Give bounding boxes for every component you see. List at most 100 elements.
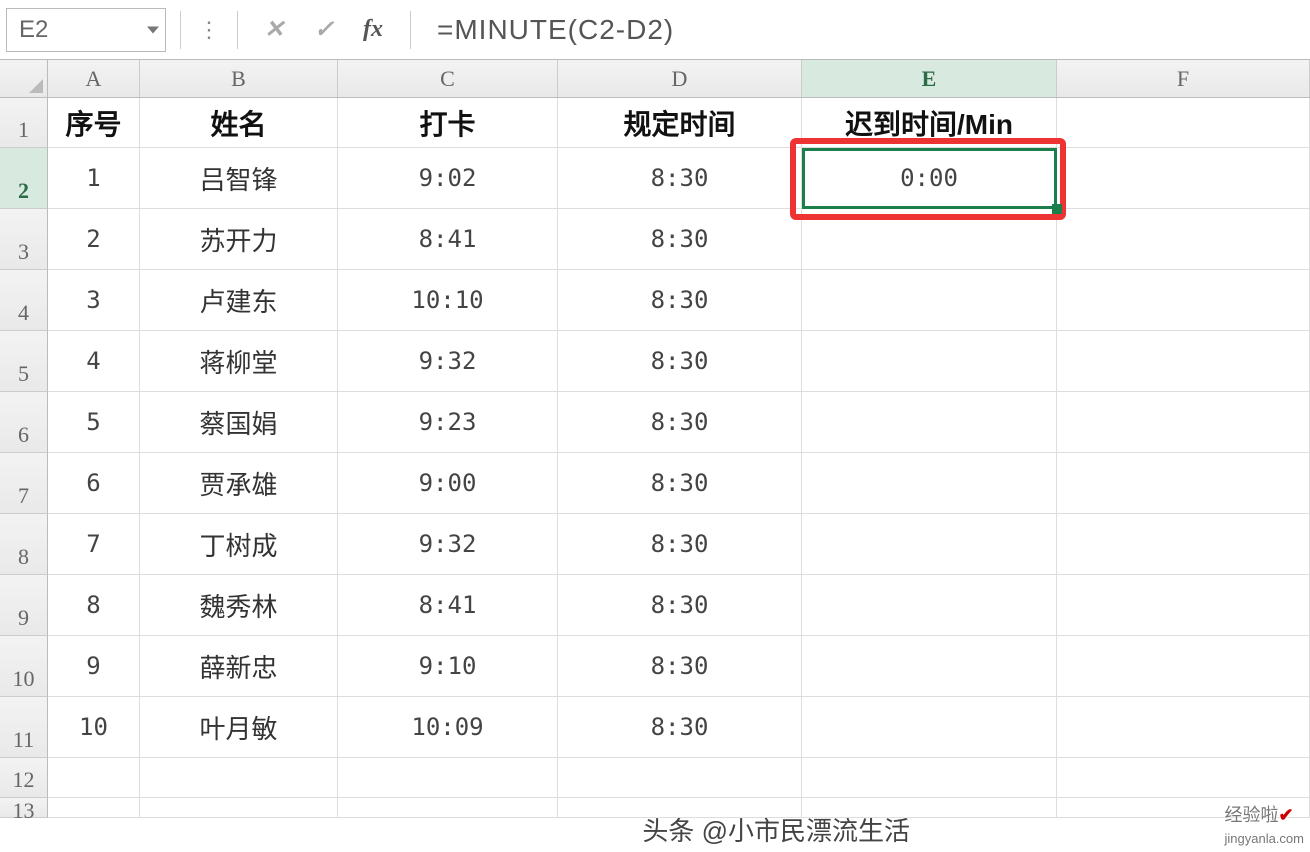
cell[interactable]: 规定时间 <box>558 98 802 148</box>
row-header[interactable]: 3 <box>0 209 48 270</box>
col-header-F[interactable]: F <box>1057 60 1310 97</box>
cell[interactable] <box>1057 331 1310 392</box>
cell[interactable]: 6 <box>48 453 140 514</box>
cell[interactable] <box>802 270 1057 331</box>
cell[interactable]: 8:30 <box>558 270 802 331</box>
row-header[interactable]: 10 <box>0 636 48 697</box>
cell[interactable]: 8:30 <box>558 514 802 575</box>
row-header[interactable]: 4 <box>0 270 48 331</box>
row-header[interactable]: 5 <box>0 331 48 392</box>
cell[interactable] <box>338 758 558 798</box>
cell[interactable]: 丁树成 <box>140 514 338 575</box>
cell[interactable] <box>802 697 1057 758</box>
cell[interactable] <box>1057 209 1310 270</box>
row-header[interactable]: 9 <box>0 575 48 636</box>
cell[interactable]: 9:10 <box>338 636 558 697</box>
cell[interactable]: 8:30 <box>558 331 802 392</box>
cell[interactable]: 9:00 <box>338 453 558 514</box>
cell[interactable]: 8:30 <box>558 148 802 209</box>
cell[interactable]: 4 <box>48 331 140 392</box>
cell[interactable] <box>1057 636 1310 697</box>
cell[interactable]: 7 <box>48 514 140 575</box>
cell[interactable] <box>802 636 1057 697</box>
cell[interactable]: 8:41 <box>338 575 558 636</box>
cell[interactable]: 蒋柳堂 <box>140 331 338 392</box>
cell[interactable]: 吕智锋 <box>140 148 338 209</box>
cell[interactable]: 8:30 <box>558 575 802 636</box>
cell[interactable] <box>1057 697 1310 758</box>
formula-input[interactable] <box>425 8 1304 52</box>
cell[interactable]: 贾承雄 <box>140 453 338 514</box>
cell[interactable] <box>1057 98 1310 148</box>
cancel-icon[interactable]: ✕ <box>252 10 296 50</box>
cell[interactable]: 10:10 <box>338 270 558 331</box>
cell[interactable]: 1 <box>48 148 140 209</box>
cell[interactable]: 魏秀林 <box>140 575 338 636</box>
row-header[interactable]: 8 <box>0 514 48 575</box>
fx-icon[interactable]: fx <box>352 10 396 50</box>
cell[interactable] <box>1057 453 1310 514</box>
col-header-C[interactable]: C <box>338 60 558 97</box>
more-icon[interactable]: ⋮ <box>195 10 223 50</box>
cell[interactable] <box>558 758 802 798</box>
cell[interactable]: 序号 <box>48 98 140 148</box>
cell[interactable]: 苏开力 <box>140 209 338 270</box>
cell[interactable] <box>1057 270 1310 331</box>
cell[interactable] <box>1057 514 1310 575</box>
cell[interactable]: 3 <box>48 270 140 331</box>
cell[interactable]: 叶月敏 <box>140 697 338 758</box>
cell[interactable]: 姓名 <box>140 98 338 148</box>
cell[interactable] <box>802 392 1057 453</box>
cell[interactable] <box>802 758 1057 798</box>
cell[interactable]: 9:02 <box>338 148 558 209</box>
row-header[interactable]: 1 <box>0 98 48 148</box>
cell[interactable] <box>1057 392 1310 453</box>
row-header[interactable]: 6 <box>0 392 48 453</box>
cell[interactable]: 卢建东 <box>140 270 338 331</box>
col-header-E[interactable]: E <box>802 60 1057 97</box>
cell[interactable]: 迟到时间/Min <box>802 98 1057 148</box>
row-header[interactable]: 11 <box>0 697 48 758</box>
cell[interactable]: 8:30 <box>558 697 802 758</box>
cell[interactable]: 8:30 <box>558 209 802 270</box>
cell[interactable]: 打卡 <box>338 98 558 148</box>
cell[interactable] <box>48 758 140 798</box>
dropdown-icon[interactable] <box>147 26 159 33</box>
confirm-icon[interactable]: ✓ <box>302 10 346 50</box>
cell[interactable]: 10 <box>48 697 140 758</box>
cell[interactable] <box>140 798 338 818</box>
cell[interactable]: 2 <box>48 209 140 270</box>
row-header[interactable]: 13 <box>0 798 48 818</box>
col-header-B[interactable]: B <box>140 60 338 97</box>
cell[interactable]: 9:32 <box>338 331 558 392</box>
cell[interactable]: 8:41 <box>338 209 558 270</box>
cell[interactable]: 10:09 <box>338 697 558 758</box>
cell[interactable] <box>802 453 1057 514</box>
cell[interactable]: 9:32 <box>338 514 558 575</box>
cell[interactable] <box>338 798 558 818</box>
cell[interactable] <box>802 331 1057 392</box>
row-header[interactable]: 7 <box>0 453 48 514</box>
row-header[interactable]: 12 <box>0 758 48 798</box>
cell-reference-box[interactable]: E2 <box>6 8 166 52</box>
cell[interactable]: 8:30 <box>558 636 802 697</box>
cell[interactable] <box>802 575 1057 636</box>
cell[interactable] <box>802 209 1057 270</box>
cell[interactable]: 薛新忠 <box>140 636 338 697</box>
cell[interactable]: 8 <box>48 575 140 636</box>
cell[interactable]: 8:30 <box>558 453 802 514</box>
cell[interactable] <box>802 514 1057 575</box>
cell[interactable]: 9:23 <box>338 392 558 453</box>
cell[interactable]: 蔡国娟 <box>140 392 338 453</box>
cell[interactable] <box>48 798 140 818</box>
cell[interactable] <box>1057 758 1310 798</box>
cell[interactable] <box>1057 575 1310 636</box>
cell-E2[interactable]: 0:00 <box>802 148 1057 209</box>
col-header-D[interactable]: D <box>558 60 802 97</box>
cell[interactable]: 5 <box>48 392 140 453</box>
select-all-corner[interactable] <box>0 60 48 97</box>
cell[interactable]: 8:30 <box>558 392 802 453</box>
col-header-A[interactable]: A <box>48 60 140 97</box>
row-header[interactable]: 2 <box>0 148 48 209</box>
cell[interactable] <box>1057 148 1310 209</box>
